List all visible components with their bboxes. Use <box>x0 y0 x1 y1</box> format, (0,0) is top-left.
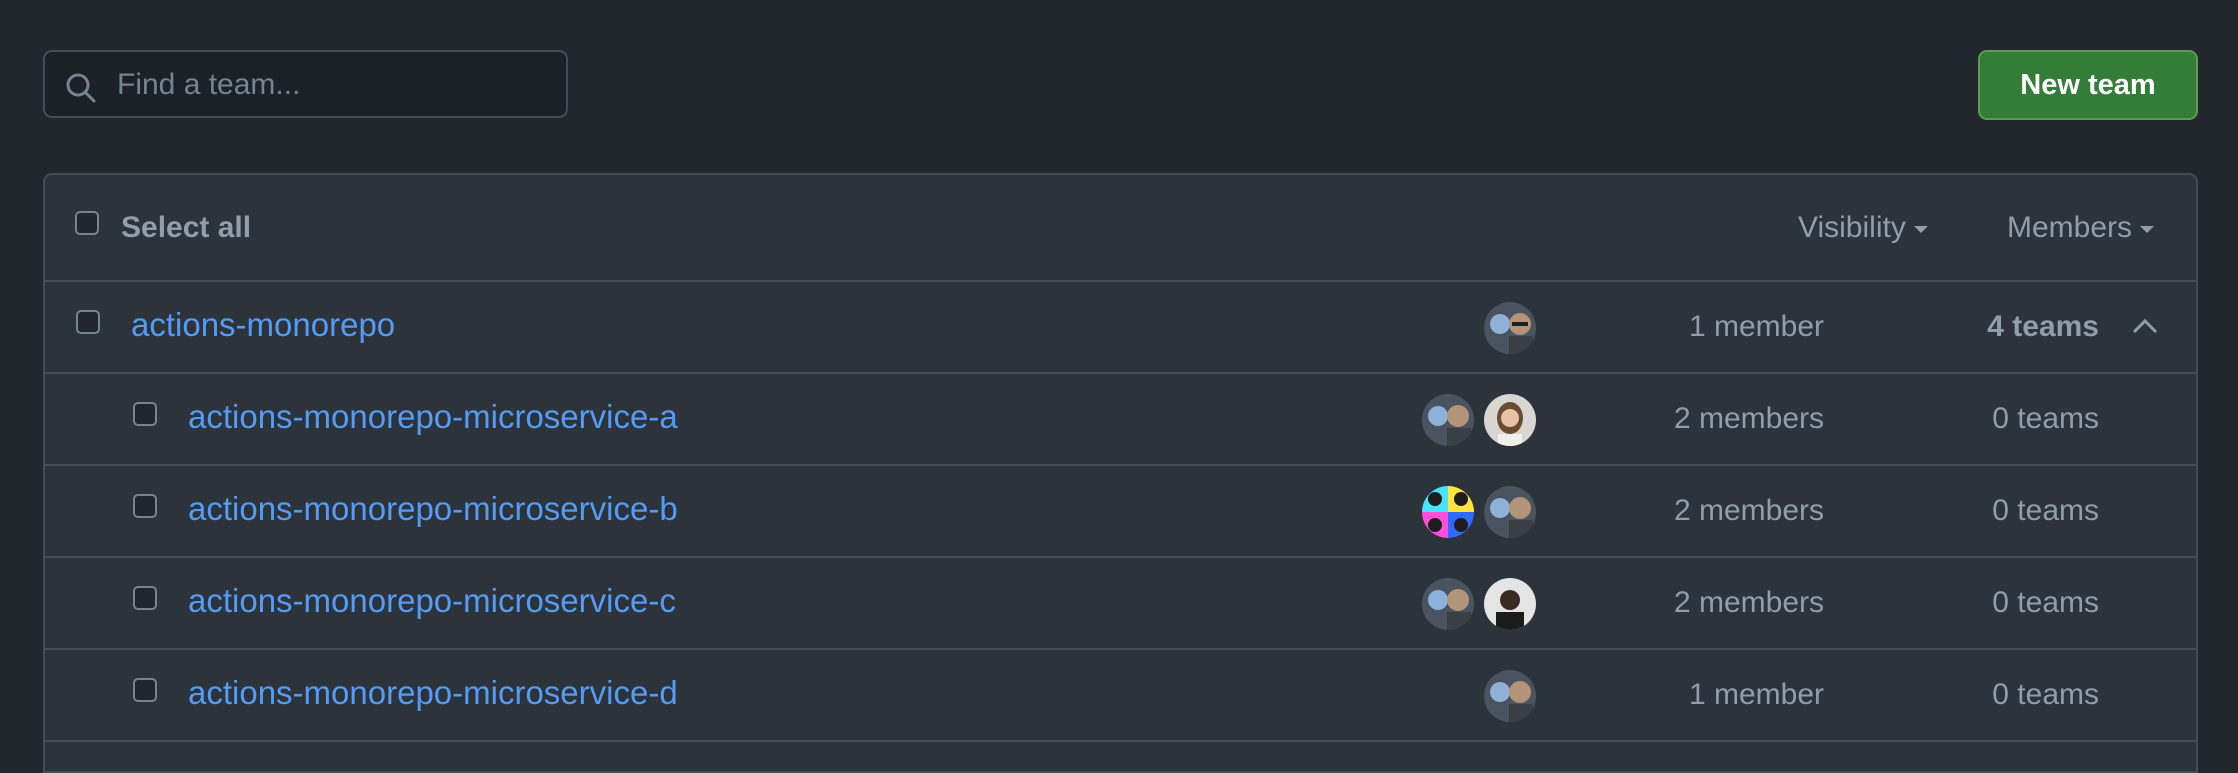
team-checkbox[interactable] <box>76 310 100 334</box>
team-checkbox[interactable] <box>133 678 157 702</box>
visibility-filter[interactable]: Visibility <box>1798 211 1928 245</box>
search-icon <box>66 73 96 103</box>
team-name-link[interactable]: actions-monorepo-microservice-a <box>188 398 678 436</box>
child-team-count[interactable]: 0 teams <box>1992 494 2099 528</box>
avatar[interactable] <box>1420 392 1476 448</box>
avatar[interactable] <box>1482 576 1538 632</box>
team-row: actions-monorepo-microservice-d 1 member… <box>45 650 2196 742</box>
avatar[interactable] <box>1482 668 1538 724</box>
child-team-count[interactable]: 4 teams <box>1987 310 2099 344</box>
team-row: actions-monorepo-microservice-a 2 member… <box>45 374 2196 466</box>
select-all-label: Select all <box>121 211 252 244</box>
caret-down-icon <box>1913 225 1928 233</box>
team-row: actions-monorepo-microservice-c 2 member… <box>45 558 2196 650</box>
caret-down-icon <box>2140 225 2155 233</box>
team-checkbox[interactable] <box>133 586 157 610</box>
chevron-up-icon[interactable] <box>2132 318 2158 334</box>
member-count[interactable]: 1 member <box>1689 310 1824 344</box>
team-row: actions-monorepo 1 member 4 teams <box>45 282 2196 374</box>
member-count[interactable]: 2 members <box>1674 494 1824 528</box>
team-name-link[interactable]: actions-monorepo-microservice-c <box>188 582 676 620</box>
team-checkbox[interactable] <box>133 494 157 518</box>
members-filter[interactable]: Members <box>2007 211 2155 245</box>
avatar[interactable] <box>1420 576 1476 632</box>
member-count[interactable]: 1 member <box>1689 678 1824 712</box>
child-team-count[interactable]: 0 teams <box>1992 402 2099 436</box>
member-count[interactable]: 2 members <box>1674 586 1824 620</box>
team-name-link[interactable]: actions-monorepo-microservice-d <box>188 674 678 712</box>
search-container <box>43 50 568 118</box>
avatar[interactable] <box>1482 484 1538 540</box>
visibility-filter-label: Visibility <box>1798 211 1906 244</box>
child-team-count[interactable]: 0 teams <box>1992 678 2099 712</box>
avatar[interactable] <box>1420 484 1476 540</box>
team-name-link[interactable]: actions-monorepo <box>131 306 395 344</box>
avatar[interactable] <box>1482 392 1538 448</box>
new-team-button[interactable]: New team <box>1978 50 2198 120</box>
team-name-link[interactable]: actions-monorepo-microservice-b <box>188 490 678 528</box>
member-count[interactable]: 2 members <box>1674 402 1824 436</box>
list-header: Select all Visibility Members <box>45 175 2196 282</box>
team-checkbox[interactable] <box>133 402 157 426</box>
team-list: Select all Visibility Members actions-mo… <box>43 173 2198 773</box>
child-team-count[interactable]: 0 teams <box>1992 586 2099 620</box>
members-filter-label: Members <box>2007 211 2133 244</box>
search-input[interactable] <box>115 52 559 118</box>
avatar[interactable] <box>1482 300 1538 356</box>
team-row: actions-monorepo-microservice-b 2 member <box>45 466 2196 558</box>
select-all-checkbox[interactable] <box>75 211 99 235</box>
